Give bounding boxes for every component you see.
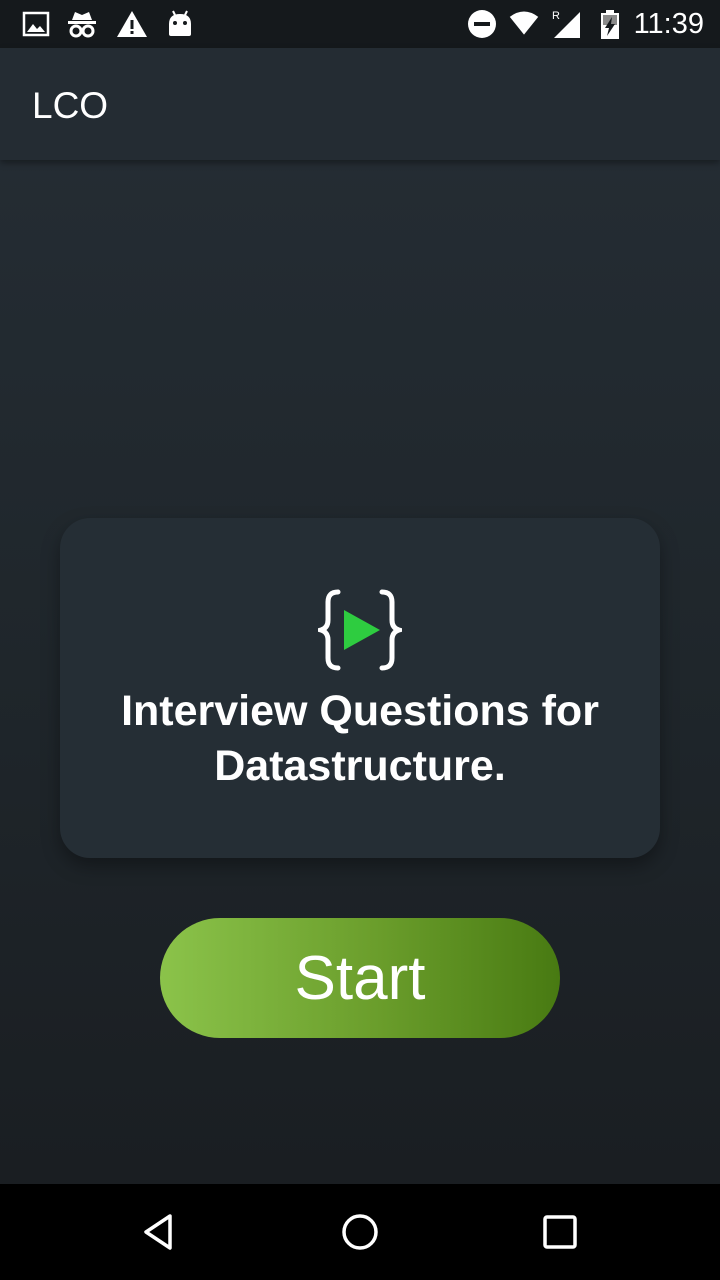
card-title: Interview Questions for Datastructure. [121, 687, 599, 790]
status-bar: R 11:39 [0, 0, 720, 48]
home-icon[interactable] [336, 1208, 384, 1256]
wifi-icon [509, 11, 539, 35]
status-time: 11:39 [633, 8, 704, 40]
start-button[interactable]: Start [160, 918, 560, 1038]
cell-signal-roaming-icon: R [552, 10, 580, 38]
image-icon [22, 11, 50, 37]
recents-icon[interactable] [536, 1208, 584, 1256]
app-bar: LCO [0, 48, 720, 160]
topic-card: Interview Questions for Datastructure. [60, 518, 660, 858]
do-not-disturb-icon [468, 10, 496, 38]
warning-icon [117, 11, 147, 37]
android-icon [169, 10, 191, 36]
back-icon[interactable] [136, 1208, 184, 1256]
svg-text:R: R [552, 10, 560, 22]
battery-charging-icon [601, 10, 619, 39]
incognito-icon [68, 12, 96, 38]
main-content: Interview Questions for Datastructure. S… [0, 160, 720, 1184]
code-braces-play-icon [318, 589, 402, 671]
app-title: LCO [32, 85, 109, 126]
navigation-bar [0, 1184, 720, 1280]
